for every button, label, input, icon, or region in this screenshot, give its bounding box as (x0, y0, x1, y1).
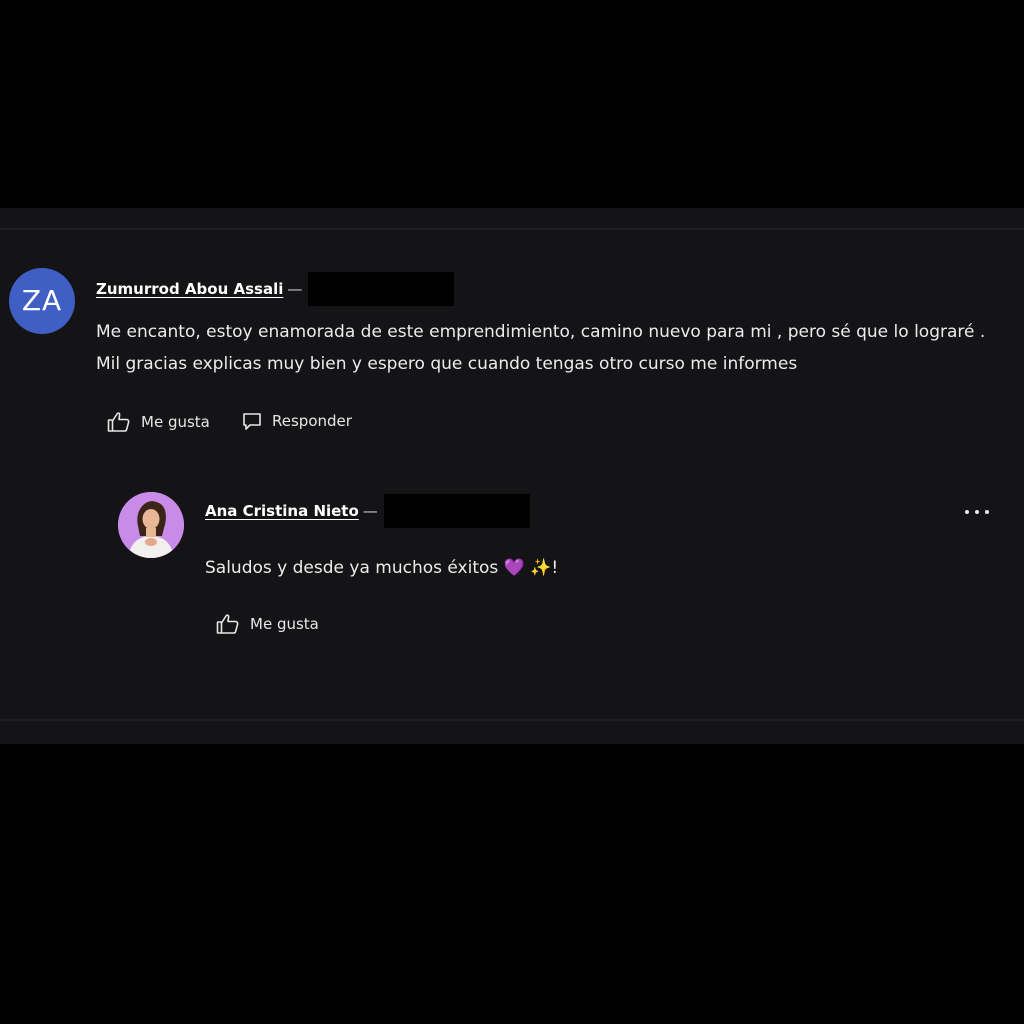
purple-heart-emoji: 💜 (503, 558, 525, 578)
thumbs-up-icon (216, 613, 250, 635)
reply-like-button[interactable]: Me gusta (216, 613, 319, 635)
reply-label: Responder (272, 412, 352, 430)
like-label: Me gusta (141, 413, 210, 431)
reply-avatar[interactable] (118, 492, 184, 558)
reply-text-end: ! (551, 558, 559, 578)
comment-author-link[interactable]: Zumurrod Abou Assali (96, 280, 283, 298)
reply-author-link[interactable]: Ana Cristina Nieto (205, 502, 359, 520)
profile-photo-icon (118, 492, 184, 558)
like-label: Me gusta (250, 615, 319, 633)
reply-button[interactable]: Responder (242, 411, 352, 431)
reply-text: Saludos y desde ya muchos éxitos (205, 558, 499, 578)
divider-top (0, 228, 1024, 230)
comment-text: Me encanto, estoy enamorada de este empr… (96, 322, 986, 374)
reply-text-line: Saludos y desde ya muchos éxitos 💜 ✨! (205, 552, 985, 584)
comment-bubble-icon (242, 411, 272, 431)
divider-bottom (0, 719, 1024, 721)
redacted-timestamp (383, 494, 530, 528)
comment-author-line: Zumurrod Abou Assali — (96, 272, 455, 306)
reply-author-line: Ana Cristina Nieto — (205, 494, 530, 528)
author-separator: — (287, 280, 303, 298)
author-separator: — (362, 502, 378, 520)
thumbs-up-icon (107, 411, 141, 433)
redacted-timestamp (308, 272, 455, 306)
like-button[interactable]: Me gusta (107, 411, 210, 433)
sparkles-emoji: ✨ (530, 558, 552, 578)
avatar[interactable]: ZA (9, 268, 75, 334)
ellipsis-icon[interactable] (962, 500, 994, 524)
page: ZA Zumurrod Abou Assali — Me encanto, es… (0, 0, 1024, 1024)
